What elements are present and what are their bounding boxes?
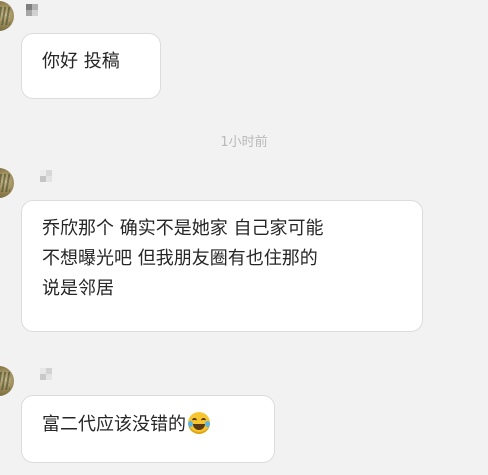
tears-of-joy-emoji-icon — [188, 412, 210, 434]
message-bubble[interactable]: 富二代应该没错的 — [21, 395, 275, 463]
message-text-line: 说是邻居 — [42, 278, 114, 299]
message-text-line: 不想曝光吧 但我朋友圈有也住那的 — [42, 248, 318, 269]
sender-name-mosaic — [40, 368, 52, 380]
message-timestamp: 1小时前 — [220, 135, 268, 150]
message-bubble[interactable]: 乔欣那个 确实不是她家 自己家可能 不想曝光吧 但我朋友圈有也住那的 说是邻居 — [21, 200, 423, 332]
sender-name-mosaic — [40, 170, 52, 182]
message-bubble[interactable]: 你好 投稿 — [21, 33, 161, 99]
message-text: 你好 投稿 — [42, 51, 120, 72]
message-text-line: 乔欣那个 确实不是她家 自己家可能 — [42, 218, 324, 239]
sender-avatar[interactable] — [0, 1, 14, 31]
sender-avatar[interactable] — [0, 366, 14, 396]
sender-avatar[interactable] — [0, 168, 14, 198]
sender-name-mosaic — [26, 4, 38, 16]
message-text: 富二代应该没错的 — [42, 414, 186, 435]
